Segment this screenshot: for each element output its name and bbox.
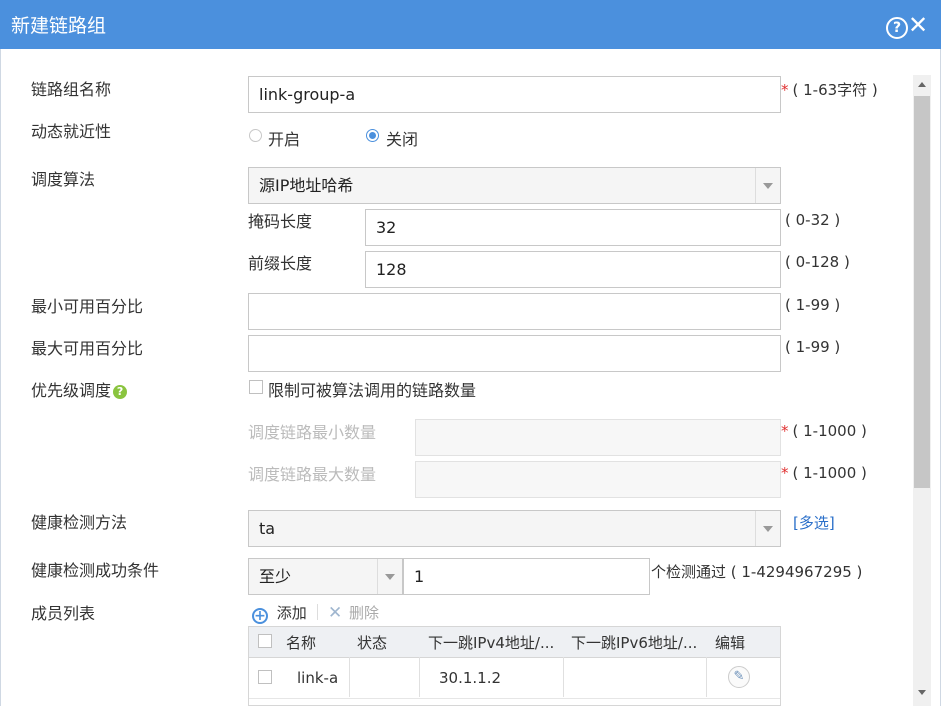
algorithm-select[interactable]: 源IP地址哈希: [248, 167, 781, 204]
close-icon[interactable]: ✕: [908, 13, 928, 37]
proximity-on-radio[interactable]: [249, 129, 262, 142]
max-links-label: 调度链路最大数量: [248, 465, 377, 484]
group-name-input[interactable]: link-group-a: [248, 76, 781, 113]
max-percent-input[interactable]: [248, 335, 781, 372]
scroll-down-icon[interactable]: [918, 690, 926, 695]
dialog-titlebar: 新建链路组 ? ✕: [0, 0, 941, 49]
max-percent-label: 最大可用百分比: [31, 339, 144, 358]
algorithm-value: 源IP地址哈希: [259, 176, 354, 195]
chevron-down-icon: [755, 168, 780, 203]
required-mark: *: [781, 81, 789, 99]
max-percent-hint: ( 1-99 ): [785, 338, 841, 356]
col-ipv6[interactable]: 下一跳IPv6地址/...: [571, 632, 697, 653]
group-name-hint: *( 1-63字符 ): [781, 81, 878, 99]
health-method-select[interactable]: ta: [248, 510, 781, 547]
add-label: 添加: [276, 604, 307, 622]
proximity-off-radio[interactable]: [366, 129, 379, 142]
delete-button[interactable]: ✕ 删除: [328, 602, 379, 623]
priority-label: 优先级调度?: [31, 377, 128, 401]
required-mark: *: [781, 464, 789, 482]
question-icon[interactable]: ?: [113, 385, 128, 399]
min-percent-label: 最小可用百分比: [31, 297, 144, 316]
help-icon[interactable]: ?: [886, 17, 908, 39]
row-name: link-a: [297, 669, 339, 687]
algorithm-label: 调度算法: [31, 170, 96, 189]
health-condition-label: 健康检测成功条件: [31, 561, 160, 580]
multi-select-link[interactable]: [多选]: [793, 512, 835, 533]
prefix-length-input[interactable]: 128: [365, 251, 781, 288]
min-percent-input[interactable]: [248, 293, 781, 330]
col-name[interactable]: 名称: [286, 632, 316, 653]
vertical-scrollbar[interactable]: [913, 75, 931, 706]
members-label: 成员列表: [31, 604, 96, 623]
chevron-down-icon: [377, 559, 402, 594]
table-header: 名称 状态 下一跳IPv4地址/... 下一跳IPv6地址/... 编辑: [249, 627, 780, 658]
col-ipv4[interactable]: 下一跳IPv4地址/...: [428, 632, 554, 653]
mask-length-input[interactable]: 32: [365, 209, 781, 246]
health-method-value: ta: [259, 519, 276, 538]
chevron-down-icon: [755, 511, 780, 546]
mask-length-label: 掩码长度: [248, 212, 313, 231]
table-row[interactable]: link-a 30.1.1.2 ✎: [249, 658, 780, 699]
select-all-checkbox[interactable]: [258, 634, 272, 648]
mask-length-hint: ( 0-32 ): [785, 211, 841, 229]
col-edit: 编辑: [715, 634, 746, 652]
health-method-label: 健康检测方法: [31, 513, 128, 532]
row-checkbox[interactable]: [258, 670, 272, 684]
priority-checkbox-label: 限制可被算法调用的链路数量: [268, 381, 477, 400]
dialog-title: 新建链路组: [11, 15, 107, 37]
condition-hint: 个检测通过 ( 1-4294967295 ): [651, 563, 863, 581]
proximity-on-label: 开启: [268, 130, 301, 149]
dynamic-proximity-label: 动态就近性: [31, 122, 112, 141]
group-name-label: 链路组名称: [31, 80, 112, 99]
scrollbar-thumb[interactable]: [914, 96, 930, 488]
toolbar-divider: [317, 604, 318, 620]
scroll-up-icon[interactable]: [918, 82, 926, 87]
min-links-hint: *( 1-1000 ): [781, 422, 867, 440]
condition-count-input[interactable]: 1: [403, 558, 650, 595]
min-percent-hint: ( 1-99 ): [785, 296, 841, 314]
proximity-off-label: 关闭: [386, 130, 419, 149]
prefix-length-hint: ( 0-128 ): [785, 253, 850, 271]
row-ipv4: 30.1.1.2: [439, 669, 502, 687]
condition-mode-select[interactable]: 至少: [248, 558, 403, 595]
members-table: 名称 状态 下一跳IPv4地址/... 下一跳IPv6地址/... 编辑 lin…: [248, 626, 781, 706]
add-button[interactable]: + 添加: [252, 602, 307, 624]
prefix-length-label: 前缀长度: [248, 254, 313, 273]
add-icon: +: [252, 608, 268, 624]
required-mark: *: [781, 422, 789, 440]
min-links-input[interactable]: [415, 419, 781, 456]
delete-icon: ✕: [328, 603, 343, 623]
condition-mode-value: 至少: [259, 567, 292, 586]
max-links-input[interactable]: [415, 461, 781, 498]
priority-checkbox[interactable]: [249, 380, 263, 394]
delete-label: 删除: [349, 604, 380, 622]
max-links-hint: *( 1-1000 ): [781, 464, 867, 482]
min-links-label: 调度链路最小数量: [248, 423, 377, 442]
col-status[interactable]: 状态: [357, 632, 387, 653]
edit-icon[interactable]: ✎: [728, 666, 750, 688]
